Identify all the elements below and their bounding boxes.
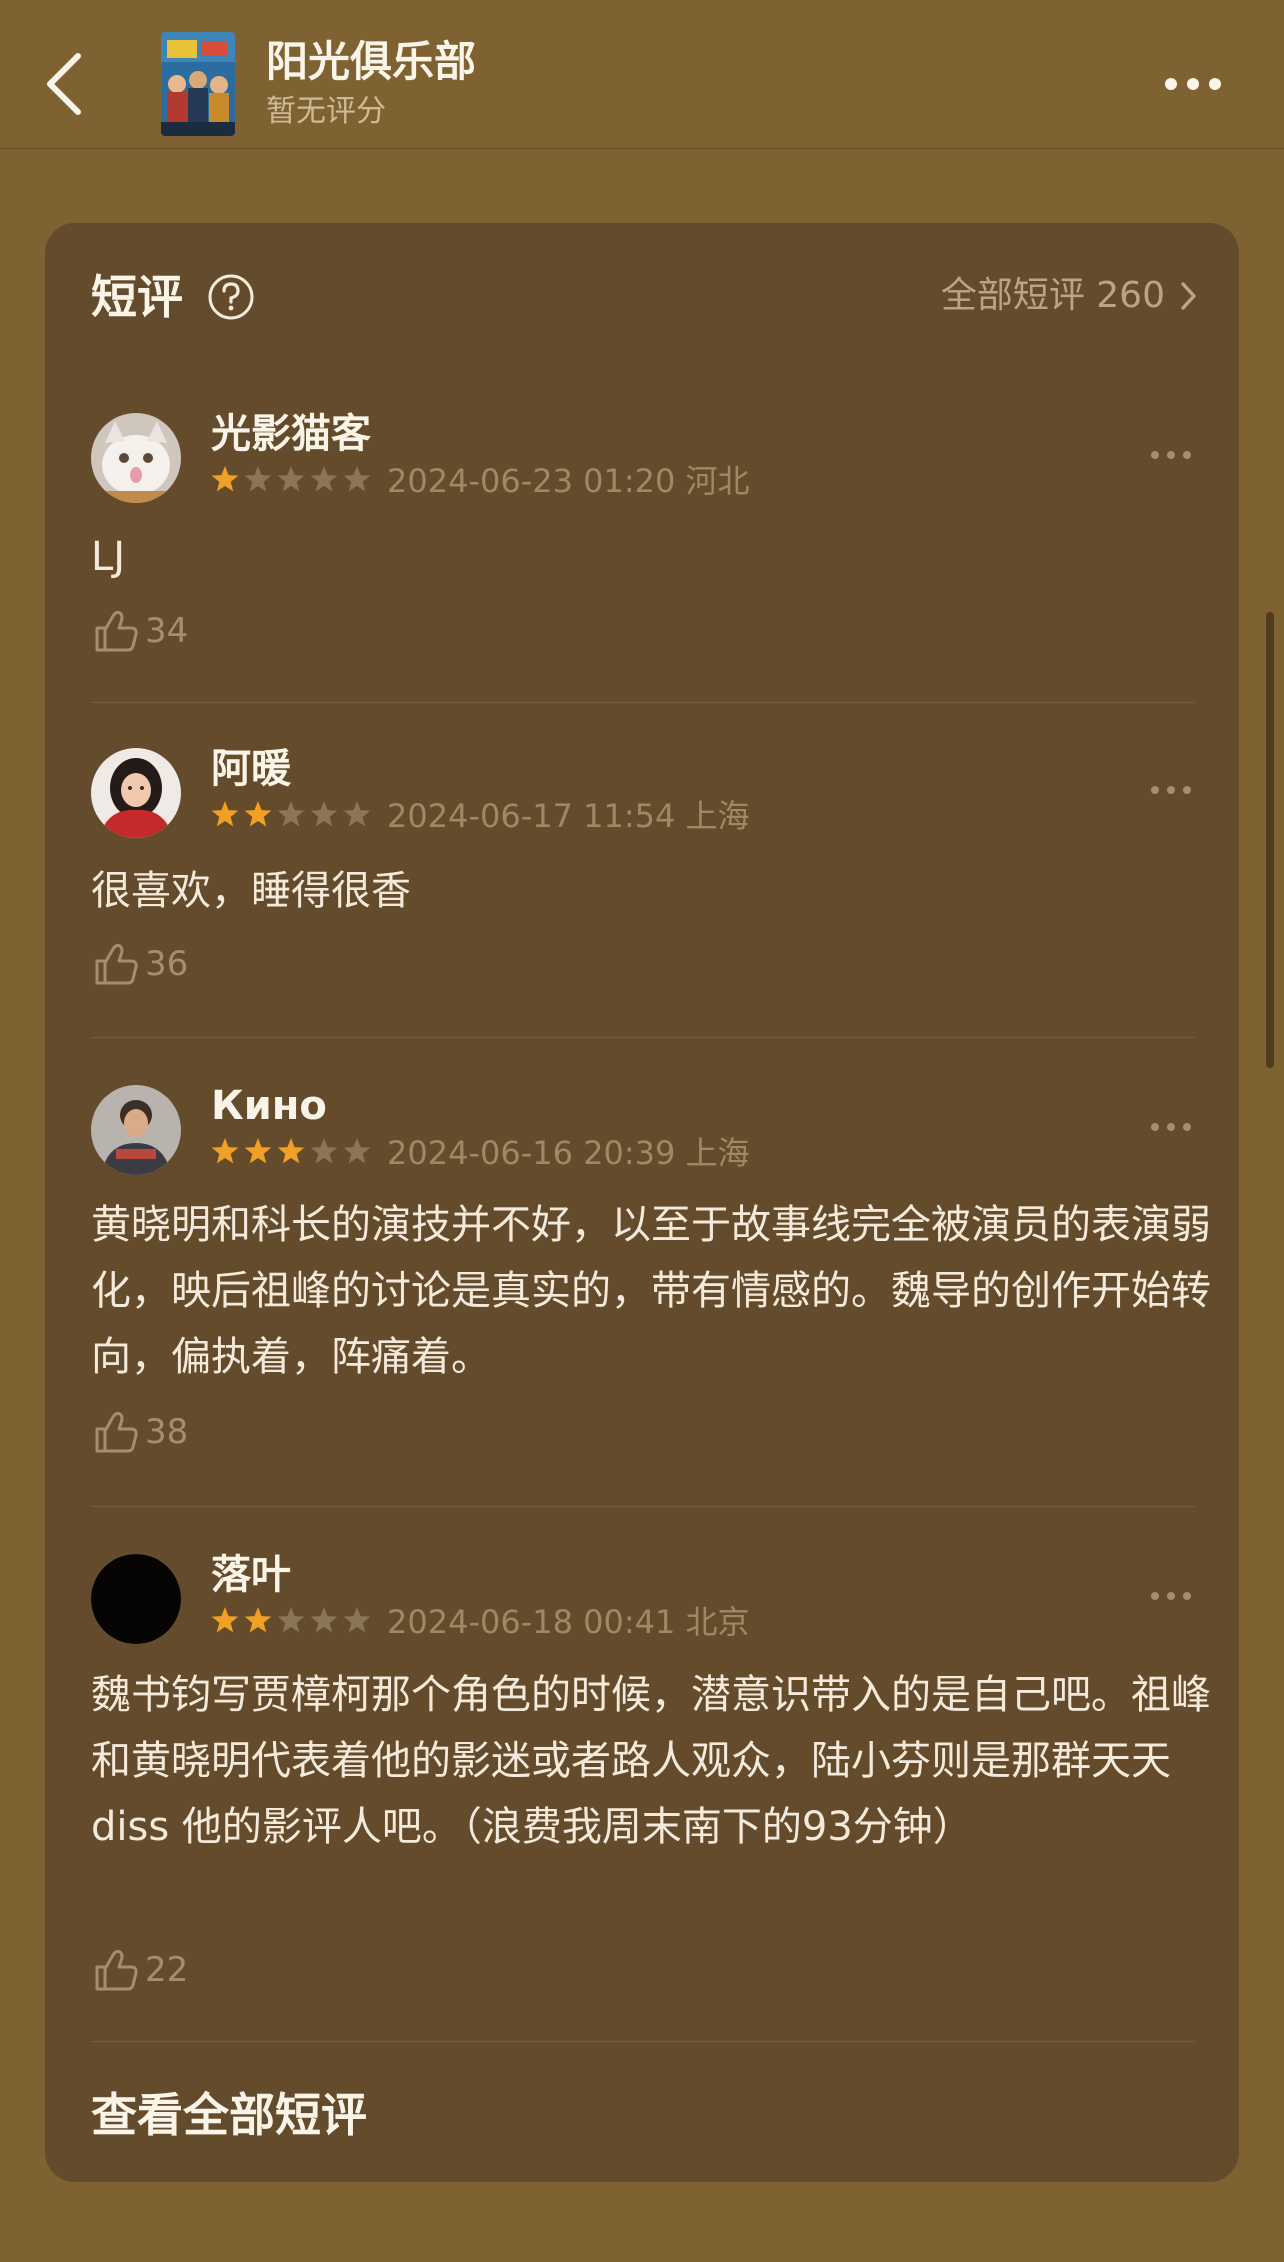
avatar[interactable] [91,748,181,838]
like-count: 34 [145,611,189,651]
star-empty-icon [343,801,371,827]
star-empty-icon [310,1138,338,1164]
username[interactable]: 落叶 [211,1548,291,1602]
review-meta: 2024-06-16 20:39 上海 [387,1131,750,1175]
star-filled-icon [244,1607,272,1633]
star-rating [211,1607,371,1633]
star-empty-icon [310,1607,338,1633]
review-time: 2024-06-16 20:39 [387,1134,676,1172]
more-dots-icon [1165,78,1221,90]
review-text: 黄晓明和科长的演技并不好，以至于故事线完全被演员的表演弱化，映后祖峰的讨论是真实… [91,1202,1211,1380]
review-location: 北京 [685,1603,750,1641]
more-options-button[interactable] [1158,66,1228,102]
like-button[interactable]: 36 [93,939,188,989]
chevron-left-icon [47,53,81,115]
avatar[interactable] [91,1085,181,1175]
help-icon[interactable] [207,273,255,321]
star-filled-icon [244,1138,272,1164]
star-filled-icon [277,1138,305,1164]
star-empty-icon [277,466,305,492]
divider [91,2041,1195,2042]
thumbs-up-icon [95,610,138,652]
star-empty-icon [244,466,272,492]
review-meta: 2024-06-18 00:41 北京 [387,1600,750,1644]
star-rating [211,466,371,492]
star-empty-icon [277,801,305,827]
star-empty-icon [310,801,338,827]
star-filled-icon [211,466,239,492]
star-filled-icon [211,1138,239,1164]
star-filled-icon [211,801,239,827]
review-meta: 2024-06-17 11:54 上海 [387,794,750,838]
movie-title: 阳光俱乐部 [266,37,477,86]
all-reviews-label: 全部短评 260 [940,275,1165,316]
like-count: 36 [145,944,189,984]
username[interactable]: 光影猫客 [211,407,371,461]
review-more-button[interactable] [1147,782,1195,798]
more-dots-icon [1151,451,1191,459]
like-button[interactable]: 38 [93,1407,188,1457]
star-filled-icon [244,801,272,827]
review-location: 河北 [685,462,750,500]
view-all-reviews-button[interactable]: 查看全部短评 [91,2085,367,2145]
star-empty-icon [277,1607,305,1633]
like-count: 38 [145,1412,189,1452]
star-empty-icon [343,1607,371,1633]
avatar[interactable] [91,413,181,503]
review-text: LJ [91,534,126,580]
more-dots-icon [1151,1592,1191,1600]
divider [91,702,1195,703]
review-text: 很喜欢，睡得很香 [91,868,411,914]
review-time: 2024-06-18 00:41 [387,1603,676,1641]
star-empty-icon [310,466,338,492]
thumbs-up-icon [95,1411,138,1453]
review-more-button[interactable] [1147,1588,1195,1604]
username[interactable]: 阿暖 [211,742,291,796]
short-reviews-card: 短评 全部短评 260 光影猫客 2024-06-23 01:20 河北 LJ … [45,223,1239,2182]
review-text: 魏书钧写贾樟柯那个角色的时候，潜意识带入的是自己吧。祖峰和黄晓明代表着他的影迷或… [91,1672,1211,1850]
top-nav-bar: 阳光俱乐部 暂无评分 [0,0,1284,149]
section-title: 短评 [91,270,183,324]
thumbs-up-icon [95,1949,138,1991]
avatar[interactable] [91,1554,181,1644]
star-rating [211,801,371,827]
star-empty-icon [343,466,371,492]
all-reviews-link[interactable]: 全部短评 260 [941,271,1199,321]
review-time: 2024-06-17 11:54 [387,797,676,835]
movie-rating-text: 暂无评分 [266,94,386,129]
chevron-right-icon [1181,282,1196,310]
star-rating [211,1138,371,1164]
movie-poster[interactable] [161,32,235,136]
review-location: 上海 [685,1134,750,1172]
divider [91,1037,1195,1038]
more-dots-icon [1151,1123,1191,1131]
review-meta: 2024-06-23 01:20 河北 [387,459,750,503]
divider [91,1506,1195,1507]
star-empty-icon [343,1138,371,1164]
review-location: 上海 [685,797,750,835]
back-button[interactable] [30,42,100,122]
like-count: 22 [145,1950,189,1990]
thumbs-up-icon [95,943,138,985]
scrollbar[interactable] [1266,612,1274,1068]
review-more-button[interactable] [1147,1119,1195,1135]
like-button[interactable]: 34 [93,606,188,656]
like-button[interactable]: 22 [93,1945,188,1995]
review-more-button[interactable] [1147,447,1195,463]
review-time: 2024-06-23 01:20 [387,462,676,500]
username[interactable]: Кино [211,1079,327,1133]
star-filled-icon [211,1607,239,1633]
more-dots-icon [1151,786,1191,794]
